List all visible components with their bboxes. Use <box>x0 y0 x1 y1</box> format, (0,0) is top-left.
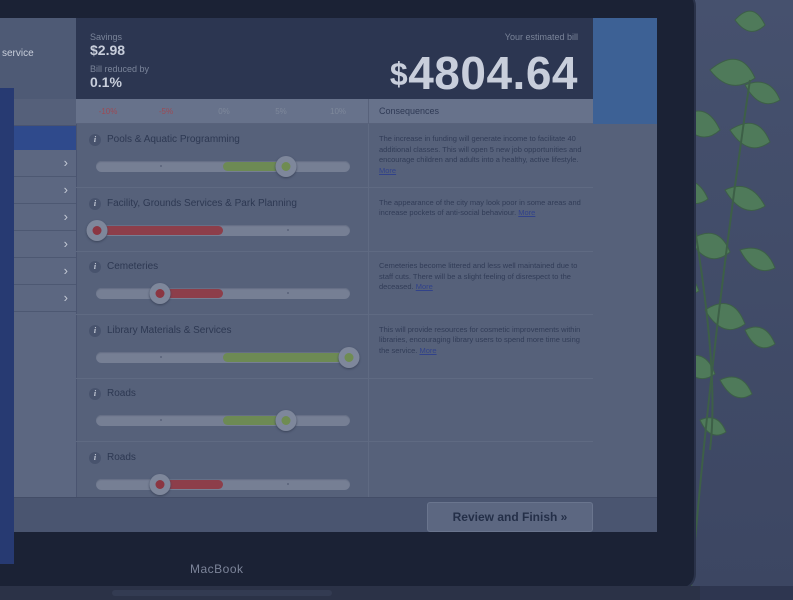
column-header: -10% -5% 0% 5% 10% Consequences <box>76 99 593 124</box>
chevron-right-icon: › <box>63 290 68 305</box>
consequence-text: This will provide resources for cosmetic… <box>379 325 586 357</box>
footer-bar: Review and Finish » <box>0 497 657 532</box>
more-link[interactable]: More <box>416 282 433 291</box>
consequence-cell: The appearance of the city may look poor… <box>368 187 594 251</box>
scale-tick-label: -10% <box>98 107 118 116</box>
service-list-header-label: service <box>2 48 34 59</box>
funding-slider[interactable] <box>96 346 360 368</box>
more-link[interactable]: More <box>379 166 396 175</box>
scale-tick-label: 5% <box>275 107 287 116</box>
slider-knob[interactable] <box>338 346 360 368</box>
consequence-cell <box>368 378 594 441</box>
budget-rows: i Pools & Aquatic Programming The increase… <box>76 124 594 506</box>
budget-row: i Library Materials & Services This will p… <box>76 314 594 379</box>
budget-row-control: i Facility, Grounds Services & Park Plann… <box>76 188 366 251</box>
scale-tick-label: 0% <box>218 107 230 116</box>
budget-row-title: Pools & Aquatic Programming <box>107 134 240 145</box>
scale-tick-label: -5% <box>158 107 174 116</box>
scale-tick-label: 10% <box>329 107 347 116</box>
slider-tick-mark <box>159 419 162 421</box>
consequences-header: Consequences <box>368 99 594 123</box>
info-icon[interactable]: i <box>89 134 101 146</box>
funding-decrease-fill <box>97 225 223 235</box>
reduction-label: Bill reduced by <box>90 64 150 74</box>
budget-row-control: i Pools & Aquatic Programming <box>76 124 366 187</box>
consequence-cell: The increase in funding will generate in… <box>368 124 594 187</box>
funding-slider[interactable] <box>96 410 350 431</box>
slider-knob[interactable] <box>149 283 171 304</box>
budget-row-control: i Library Materials & Services <box>76 315 366 378</box>
device-brand-label: MacBook <box>190 562 244 576</box>
budget-row: i Facility, Grounds Services & Park Plann… <box>76 187 594 252</box>
budget-row-title: Cemeteries <box>107 261 159 272</box>
reduction-value: 0.1% <box>90 74 122 90</box>
laptop-base-notch <box>112 590 332 596</box>
consequence-body: The increase in funding will generate in… <box>379 134 582 164</box>
consequence-cell: Cemeteries become littered and less well… <box>368 251 594 314</box>
budget-row-title: Facility, Grounds Services & Park Planni… <box>107 197 297 209</box>
consequence-text: Cemeteries become littered and less well… <box>379 261 586 293</box>
slider-knob[interactable] <box>275 410 297 431</box>
review-and-finish-button[interactable]: Review and Finish » <box>427 502 593 532</box>
info-icon[interactable]: i <box>89 451 101 464</box>
slider-tick-mark <box>159 165 162 167</box>
side-overlay-bar <box>0 88 14 564</box>
consequences-header-label: Consequences <box>379 106 440 116</box>
slider-tick-mark <box>286 228 289 231</box>
laptop-frame: service › › › › › › Savings $2.98 Bill r… <box>0 0 694 588</box>
funding-slider[interactable] <box>86 219 350 241</box>
consequence-body: The appearance of the city may look poor… <box>379 197 581 218</box>
slider-knob[interactable] <box>86 219 108 241</box>
consequence-text: The increase in funding will generate in… <box>379 134 586 176</box>
budget-row-control: i Cemeteries <box>76 251 366 314</box>
info-icon[interactable]: i <box>89 261 101 273</box>
budget-row-title: Library Materials & Services <box>107 324 232 336</box>
accent-panel <box>593 18 657 124</box>
consequence-body: This will provide resources for cosmetic… <box>379 324 581 355</box>
slider-knob[interactable] <box>149 473 171 495</box>
budget-row-title: Roads <box>107 388 136 399</box>
info-icon[interactable]: i <box>89 388 101 400</box>
budget-row: i Roads <box>76 378 593 442</box>
budget-row-title: Roads <box>107 451 136 463</box>
consequence-cell <box>368 441 594 505</box>
savings-label: Savings <box>90 32 123 42</box>
laptop-base <box>0 586 700 600</box>
funding-slider[interactable] <box>96 473 350 495</box>
chevron-right-icon: › <box>63 263 68 278</box>
budget-row: i Roads <box>76 441 594 506</box>
slider-tick-mark <box>286 292 289 294</box>
slider-knob[interactable] <box>275 156 297 177</box>
more-link[interactable]: More <box>419 346 436 355</box>
chevron-right-icon: › <box>63 182 68 197</box>
summary-header: Savings $2.98 Bill reduced by 0.1% Your … <box>76 18 593 99</box>
savings-value: $2.98 <box>90 42 126 58</box>
estimated-bill-value: $4804.64 <box>390 46 578 100</box>
budget-row-control: i Roads <box>76 378 366 441</box>
chevron-right-icon: › <box>63 236 68 251</box>
budget-row: i Pools & Aquatic Programming The increase… <box>76 124 593 188</box>
estimated-bill-label: Your estimated bill <box>504 32 578 42</box>
chevron-right-icon: › <box>63 209 68 224</box>
consequence-cell: This will provide resources for cosmetic… <box>368 314 594 378</box>
slider-tick-mark <box>159 355 162 358</box>
bill-amount: 4804.64 <box>408 47 578 99</box>
more-link[interactable]: More <box>518 208 535 217</box>
bill-currency: $ <box>389 56 409 92</box>
chevron-right-icon: › <box>63 155 68 170</box>
info-icon[interactable]: i <box>89 324 101 337</box>
percent-scale: -10% -5% 0% 5% 10% <box>76 99 366 123</box>
slider-tick-mark <box>286 482 289 485</box>
funding-increase-fill <box>223 352 349 362</box>
consequence-body: Cemeteries become littered and less well… <box>379 261 578 291</box>
funding-slider[interactable] <box>96 283 350 304</box>
budget-row: i Cemeteries Cemeteries become littered an… <box>76 251 593 315</box>
consequence-text: The appearance of the city may look poor… <box>379 198 586 219</box>
service-list-header: service <box>0 18 76 99</box>
funding-slider[interactable] <box>96 156 350 177</box>
budget-row-control: i Roads <box>76 442 366 505</box>
info-icon[interactable]: i <box>89 197 101 210</box>
app-screen: service › › › › › › Savings $2.98 Bill r… <box>0 18 657 532</box>
